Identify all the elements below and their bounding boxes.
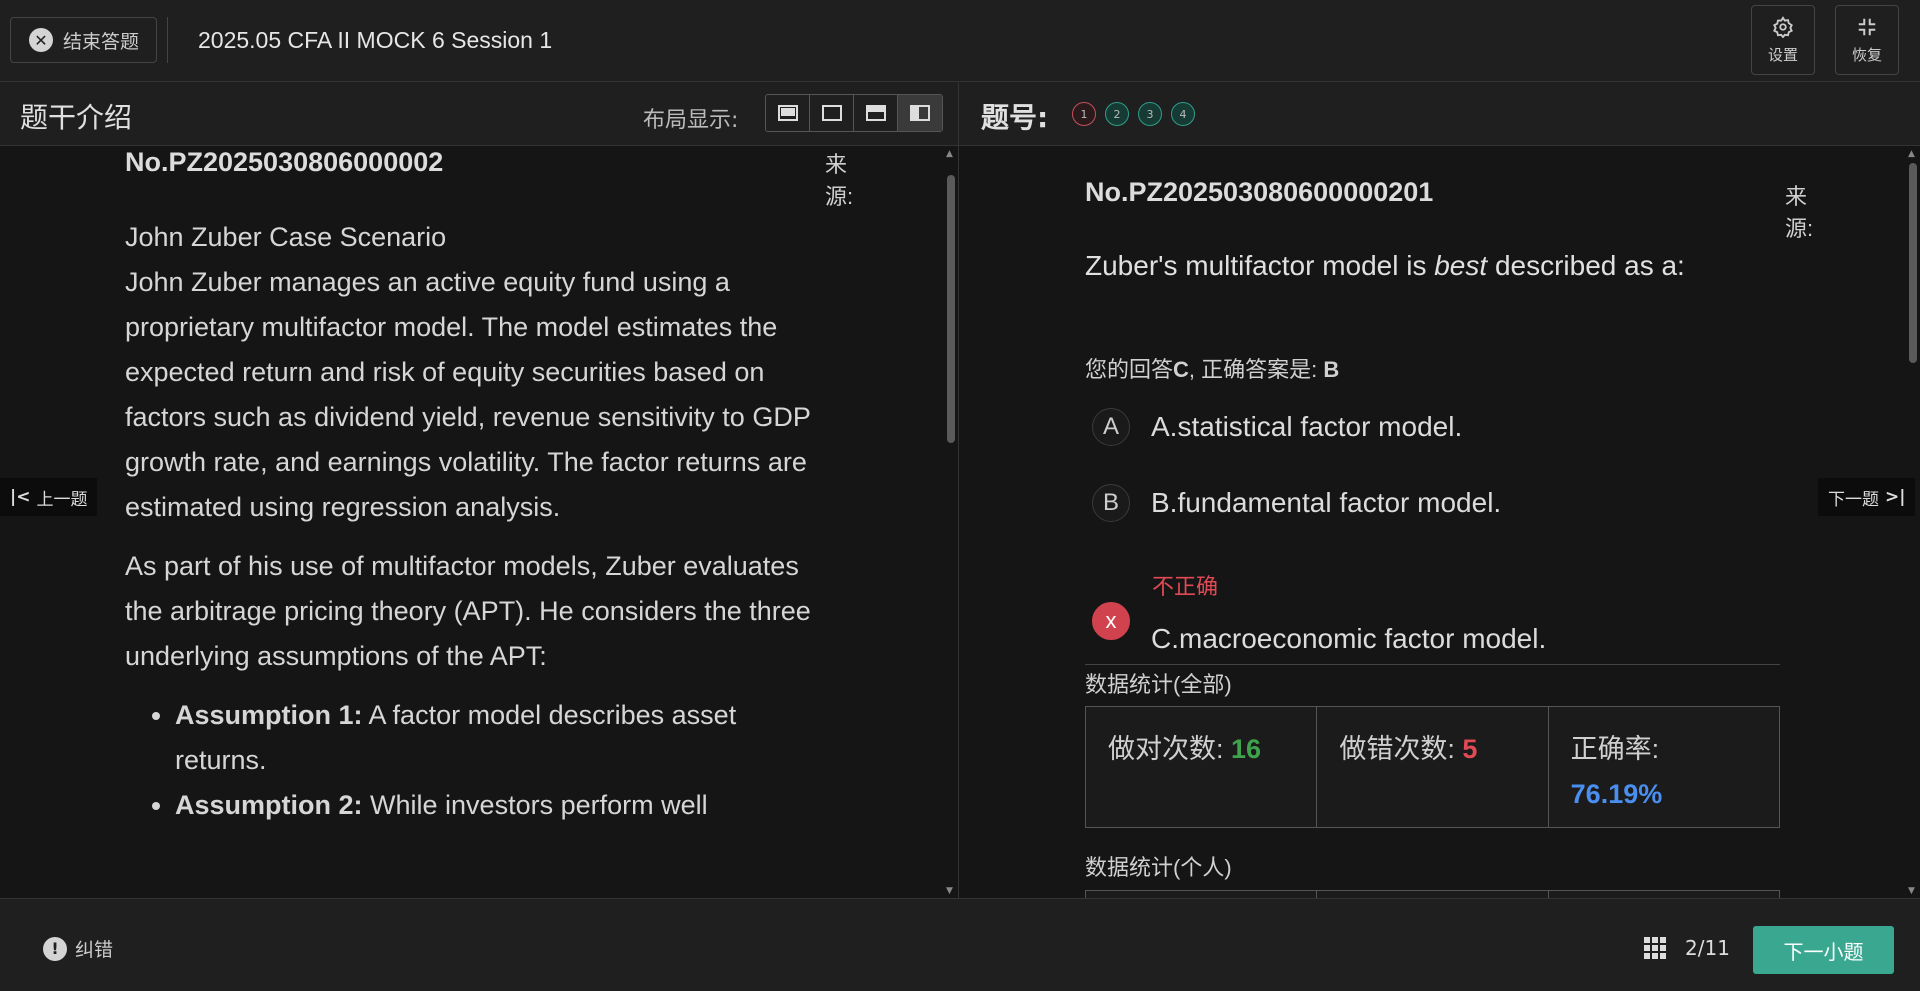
correct-count-cell: 做对次数: 16 (1086, 707, 1318, 827)
settings-label: 设置 (1767, 45, 1798, 64)
personal-cell-3 (1549, 891, 1779, 898)
restore-label: 恢复 (1851, 45, 1882, 64)
case-title: John Zuber Case Scenario (125, 222, 447, 252)
option-b-marker: B (1092, 484, 1130, 522)
correct-count: 16 (1231, 734, 1262, 764)
settings-button[interactable]: 设置 (1751, 5, 1815, 75)
stats-personal-table (1085, 890, 1780, 898)
wrong-count-cell: 做错次数: 5 (1317, 707, 1549, 827)
personal-cell-2 (1317, 891, 1549, 898)
collapse-icon (1858, 18, 1876, 35)
topbar-divider (167, 17, 168, 63)
layout-switcher (765, 94, 943, 132)
right-scrollbar[interactable]: ▲ ▼ (1906, 147, 1919, 898)
question-number-list: 1 2 3 4 (1072, 102, 1195, 126)
layout-left-icon (910, 105, 930, 121)
prev-question-button[interactable]: |< 上一题 (0, 478, 98, 516)
question-number-4[interactable]: 4 (1171, 102, 1195, 126)
wrong-x-icon: x (1092, 602, 1130, 640)
layout-empty-button[interactable] (810, 95, 854, 131)
case-scenario-pane: No.PZ2025030806000002 来源: John Zuber Cas… (0, 147, 958, 898)
option-a[interactable]: A A.statistical factor model. (1092, 408, 1462, 446)
exam-title: 2025.05 CFA II MOCK 6 Session 1 (198, 27, 553, 53)
wrong-count: 5 (1462, 734, 1478, 764)
case-paragraph-2: As part of his use of multifactor models… (125, 551, 811, 671)
layout-full-icon (777, 105, 798, 121)
personal-cell-1 (1086, 891, 1318, 898)
answer-summary: 您的回答C, 正确答案是: B (1085, 357, 1340, 382)
left-scroll-thumb[interactable] (947, 175, 955, 443)
layout-label: 布局显示: (643, 108, 739, 133)
progress-counter: 2/11 (1685, 936, 1730, 960)
right-scroll-thumb[interactable] (1909, 163, 1917, 363)
bottom-bar: ! 纠错 2/11 下一小题 (0, 898, 1920, 991)
accuracy-cell: 正确率: 76.19% (1549, 707, 1779, 827)
option-b[interactable]: B B.fundamental factor model. (1092, 484, 1501, 522)
report-error-label: 纠错 (75, 939, 114, 961)
case-paragraph-1: John Zuber manages an active equity fund… (125, 267, 811, 522)
report-error-button[interactable]: ! 纠错 (43, 935, 113, 962)
question-number-2[interactable]: 2 (1105, 102, 1129, 126)
prev-question-label: 上一题 (36, 489, 88, 510)
case-question-no: No.PZ2025030806000002 (125, 147, 444, 177)
layout-top-button[interactable] (854, 95, 898, 131)
question-text: Zuber's multifactor model is best descri… (1085, 250, 1685, 281)
option-c-text: C.macroeconomic factor model. (1151, 623, 1547, 654)
right-scroll-down-icon[interactable]: ▼ (1908, 886, 1915, 896)
question-number-1[interactable]: 1 (1072, 102, 1096, 126)
assumption-2: Assumption 2: While investors perform we… (175, 783, 815, 828)
scroll-down-arrow-icon[interactable]: ▼ (946, 886, 953, 896)
exit-answering-label: 结束答题 (63, 30, 140, 53)
left-scrollbar[interactable]: ▲ ▼ (944, 147, 957, 898)
left-panel-header: 题干介绍 布局显示: (0, 82, 958, 146)
layout-empty-icon (821, 105, 842, 121)
grid-icon (1644, 937, 1666, 959)
next-arrow-icon: >| (1885, 487, 1906, 507)
option-b-text: B.fundamental factor model. (1151, 487, 1502, 518)
right-scroll-up-icon[interactable]: ▲ (1908, 149, 1915, 159)
option-c[interactable]: x C.macroeconomic factor model. (1092, 587, 1546, 655)
top-bar: ✕ 结束答题 2025.05 CFA II MOCK 6 Session 1 设… (0, 0, 1920, 82)
case-source-label: 来源: (825, 152, 854, 209)
question-source-label: 来源: (1785, 184, 1814, 241)
question-pane: No.PZ202503080600000201 来源: Zuber's mult… (959, 147, 1920, 898)
stats-divider (1085, 664, 1780, 665)
stats-all-table: 做对次数: 16 做错次数: 5 正确率: 76.19% (1085, 706, 1780, 828)
option-a-text: A.statistical factor model. (1151, 411, 1463, 442)
assumption-list: Assumption 1: A factor model describes a… (175, 693, 815, 828)
close-circle-icon: ✕ (29, 28, 53, 52)
option-a-marker: A (1092, 408, 1130, 446)
left-panel-title: 题干介绍 (20, 101, 133, 134)
layout-top-icon (865, 105, 886, 121)
assumption-1: Assumption 1: A factor model describes a… (175, 693, 815, 783)
right-panel-header: 题号: 1 2 3 4 (959, 82, 1920, 146)
next-question-button[interactable]: 下一题 >| (1818, 478, 1916, 516)
layout-left-button[interactable] (898, 95, 942, 131)
accuracy-value: 76.19% (1570, 779, 1663, 809)
scroll-up-arrow-icon[interactable]: ▲ (946, 149, 953, 159)
prev-arrow-icon: |< (10, 487, 31, 507)
question-no: No.PZ202503080600000201 (1085, 177, 1434, 207)
stats-all-title: 数据统计(全部) (1085, 672, 1232, 697)
next-question-label: 下一题 (1828, 489, 1879, 510)
alert-icon: ! (43, 936, 67, 961)
exit-answering-button[interactable]: ✕ 结束答题 (10, 17, 157, 63)
next-subquestion-button[interactable]: 下一小题 (1753, 926, 1894, 974)
layout-full-button[interactable] (766, 95, 810, 131)
stats-personal-title: 数据统计(个人) (1085, 855, 1232, 880)
gear-icon (1773, 15, 1793, 38)
restore-button[interactable]: 恢复 (1835, 5, 1899, 75)
question-grid-button[interactable] (1644, 937, 1666, 963)
question-number-title: 题号: (981, 101, 1049, 134)
question-number-3[interactable]: 3 (1138, 102, 1162, 126)
